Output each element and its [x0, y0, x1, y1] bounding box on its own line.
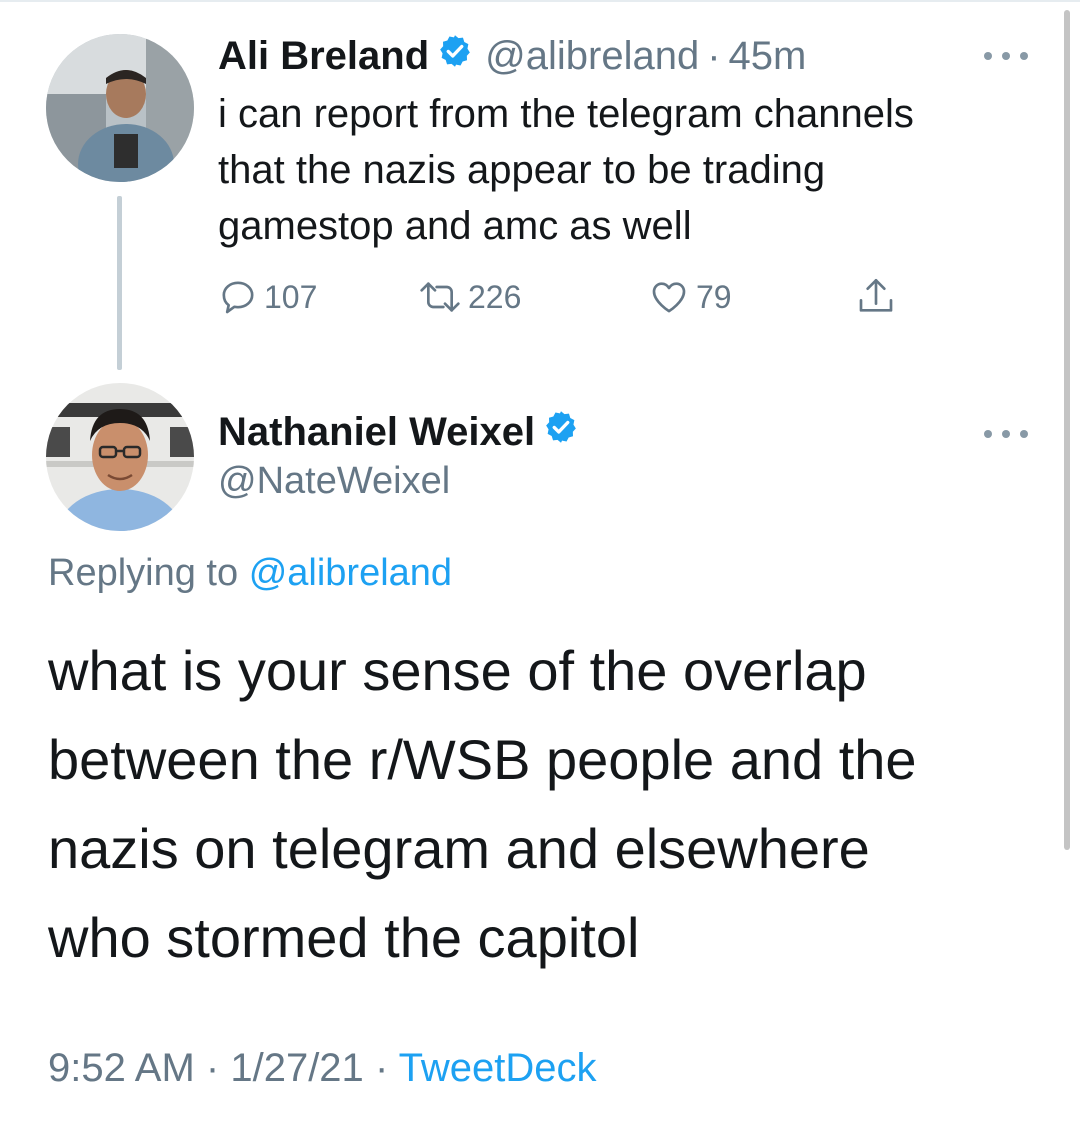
retweet-count: 226	[468, 278, 522, 315]
verified-badge-icon	[543, 409, 579, 455]
like-button[interactable]: 79	[648, 272, 732, 322]
author-name[interactable]: Ali Breland	[218, 34, 429, 79]
separator-dot: ·	[374, 1046, 389, 1090]
tweet-metadata: 9:52 AM · 1/27/21 · TweetDeck	[48, 1046, 597, 1091]
tweet-text-line: gamestop and amc as well	[218, 204, 692, 248]
reply-button[interactable]: 107	[218, 272, 317, 322]
author-handle[interactable]: @alibreland	[485, 34, 699, 79]
retweet-icon	[420, 282, 460, 312]
reply-bubble-icon	[222, 281, 254, 314]
replying-mention-link[interactable]: @alibreland	[249, 552, 452, 594]
author-handle[interactable]: @NateWeixel	[218, 460, 450, 503]
tweet-1-header: Ali Breland @alibreland · 45m	[218, 30, 806, 82]
share-icon	[859, 279, 893, 312]
tweet-text-line: that the nazis appear to be trading	[218, 148, 826, 192]
tweet-text-line: between the r/WSB people and the	[48, 728, 917, 791]
tweet-date[interactable]: 1/27/21	[230, 1046, 363, 1090]
replying-prefix: Replying to	[48, 552, 239, 594]
tweet-timestamp[interactable]: 9:52 AM	[48, 1046, 195, 1090]
replying-to: Replying to @alibreland	[48, 552, 452, 595]
tweet-text-line: nazis on telegram and elsewhere	[48, 817, 870, 880]
tweet-time[interactable]: 45m	[729, 34, 807, 79]
separator-dot: ·	[205, 1046, 220, 1090]
more-dots-icon[interactable]	[984, 46, 1028, 66]
share-button[interactable]	[856, 272, 902, 322]
avatar-ali-breland[interactable]	[46, 34, 194, 182]
avatar-nathaniel-weixel[interactable]	[46, 383, 194, 531]
top-divider	[0, 0, 1080, 2]
like-count: 79	[696, 278, 732, 315]
tweet-2-text: what is your sense of the overlap betwee…	[48, 626, 1048, 982]
reply-count: 107	[264, 278, 318, 315]
thread-connector	[117, 196, 122, 370]
separator-dot: ·	[707, 33, 721, 78]
verified-badge-icon	[437, 33, 473, 79]
retweet-button[interactable]: 226	[418, 272, 521, 322]
tweet-text-line: who stormed the capitol	[48, 906, 640, 969]
tweet-text-line: what is your sense of the overlap	[48, 639, 867, 702]
tweet-1-text: i can report from the telegram channels …	[218, 86, 1038, 254]
author-name[interactable]: Nathaniel Weixel	[218, 410, 535, 455]
tweet-text-line: i can report from the telegram channels	[218, 92, 914, 136]
tweet-source-link[interactable]: TweetDeck	[399, 1046, 597, 1090]
tweet-2-header: Nathaniel Weixel	[218, 406, 591, 458]
tweet-1-actions: 107 226 79	[218, 272, 918, 322]
more-dots-icon[interactable]	[984, 424, 1028, 444]
scrollbar[interactable]	[1064, 10, 1070, 850]
heart-icon	[652, 282, 686, 313]
